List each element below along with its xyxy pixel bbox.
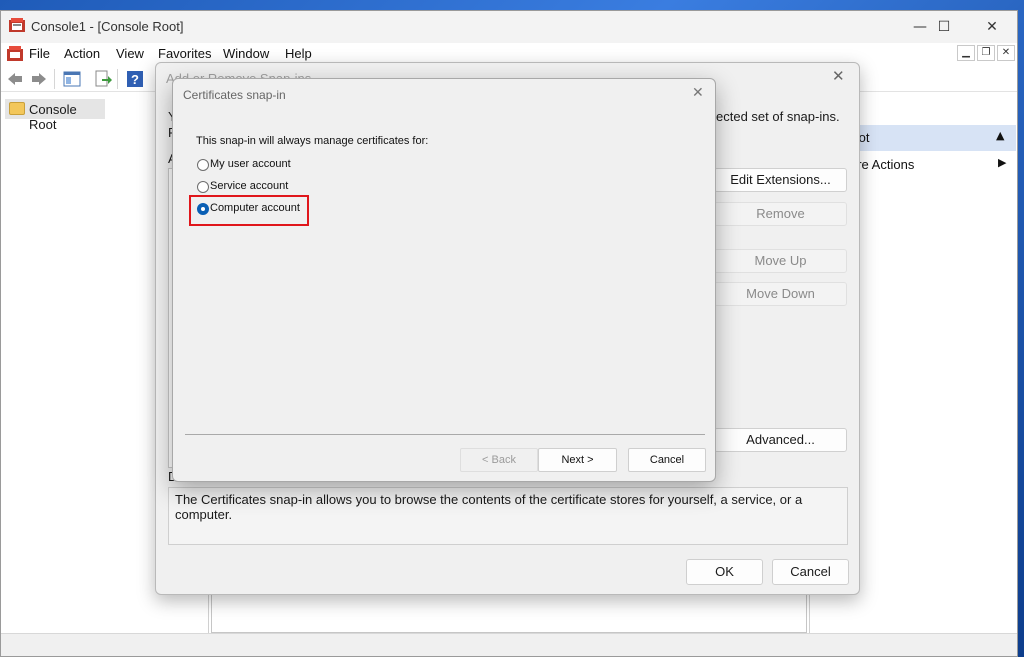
close-button[interactable]: ✕ (969, 11, 1015, 43)
toolbar-separator (117, 69, 118, 89)
console-menu-icon[interactable] (7, 46, 23, 61)
help-icon[interactable]: ? (126, 70, 144, 88)
collapse-arrow-icon[interactable]: ▲ (996, 129, 1004, 142)
advanced-button[interactable]: Advanced... (714, 428, 847, 452)
status-bar (1, 633, 1017, 656)
toolbar-separator (54, 69, 55, 89)
menu-file[interactable]: File (29, 46, 50, 61)
cert-dialog-title: Certificates snap-in (183, 88, 286, 102)
my-user-account-radio[interactable] (197, 159, 211, 173)
mmc-app-icon (9, 18, 25, 32)
menu-help[interactable]: Help (285, 46, 312, 61)
selection-highlight-box (189, 195, 309, 226)
submenu-arrow-icon: ▶ (998, 156, 1007, 169)
menu-window[interactable]: Window (223, 46, 269, 61)
cert-prompt: This snap-in will always manage certific… (196, 135, 429, 147)
separator (185, 434, 705, 435)
export-list-icon[interactable] (94, 70, 112, 88)
back-button[interactable]: < Back (460, 448, 538, 472)
dialog-close-button[interactable]: ✕ (832, 67, 845, 85)
back-arrow-icon[interactable] (6, 70, 24, 88)
service-account-radio[interactable] (197, 181, 211, 195)
svg-text:?: ? (131, 72, 139, 87)
forward-arrow-icon[interactable] (30, 70, 48, 88)
mdi-restore-button[interactable]: ❐ (977, 45, 995, 61)
mdi-minimize-button[interactable]: ▁ (957, 45, 975, 61)
maximize-button[interactable]: ☐ (921, 11, 967, 43)
cancel-button[interactable]: Cancel (772, 559, 849, 585)
window-title: Console1 - [Console Root] (31, 19, 184, 34)
certificates-snapin-dialog: Certificates snap-in ✕ This snap-in will… (172, 78, 716, 482)
cert-cancel-button[interactable]: Cancel (628, 448, 706, 472)
service-account-label[interactable]: Service account (210, 180, 288, 192)
my-user-account-label[interactable]: My user account (210, 158, 291, 170)
description-text: The Certificates snap-in allows you to b… (175, 492, 803, 522)
folder-icon (9, 102, 25, 115)
move-down-button[interactable]: Move Down (714, 282, 847, 306)
intro-text: ected set of snap-ins. (716, 109, 840, 124)
move-up-button[interactable]: Move Up (714, 249, 847, 273)
show-hide-tree-icon[interactable] (63, 70, 81, 88)
mdi-close-button[interactable]: ✕ (997, 45, 1015, 61)
menu-favorites[interactable]: Favorites (158, 46, 211, 61)
description-box: The Certificates snap-in allows you to b… (168, 487, 848, 545)
ok-button[interactable]: OK (686, 559, 763, 585)
title-bar: Console1 - [Console Root] — ☐ ✕ (1, 11, 1017, 43)
next-button[interactable]: Next > (538, 448, 617, 472)
tree-item-label: Console Root (29, 102, 77, 132)
menu-action[interactable]: Action (64, 46, 100, 61)
edit-extensions-button[interactable]: Edit Extensions... (714, 168, 847, 192)
remove-button[interactable]: Remove (714, 202, 847, 226)
menu-view[interactable]: View (116, 46, 144, 61)
cert-dialog-close-button[interactable]: ✕ (692, 85, 704, 101)
tree-item-console-root[interactable]: Console Root (5, 99, 105, 132)
